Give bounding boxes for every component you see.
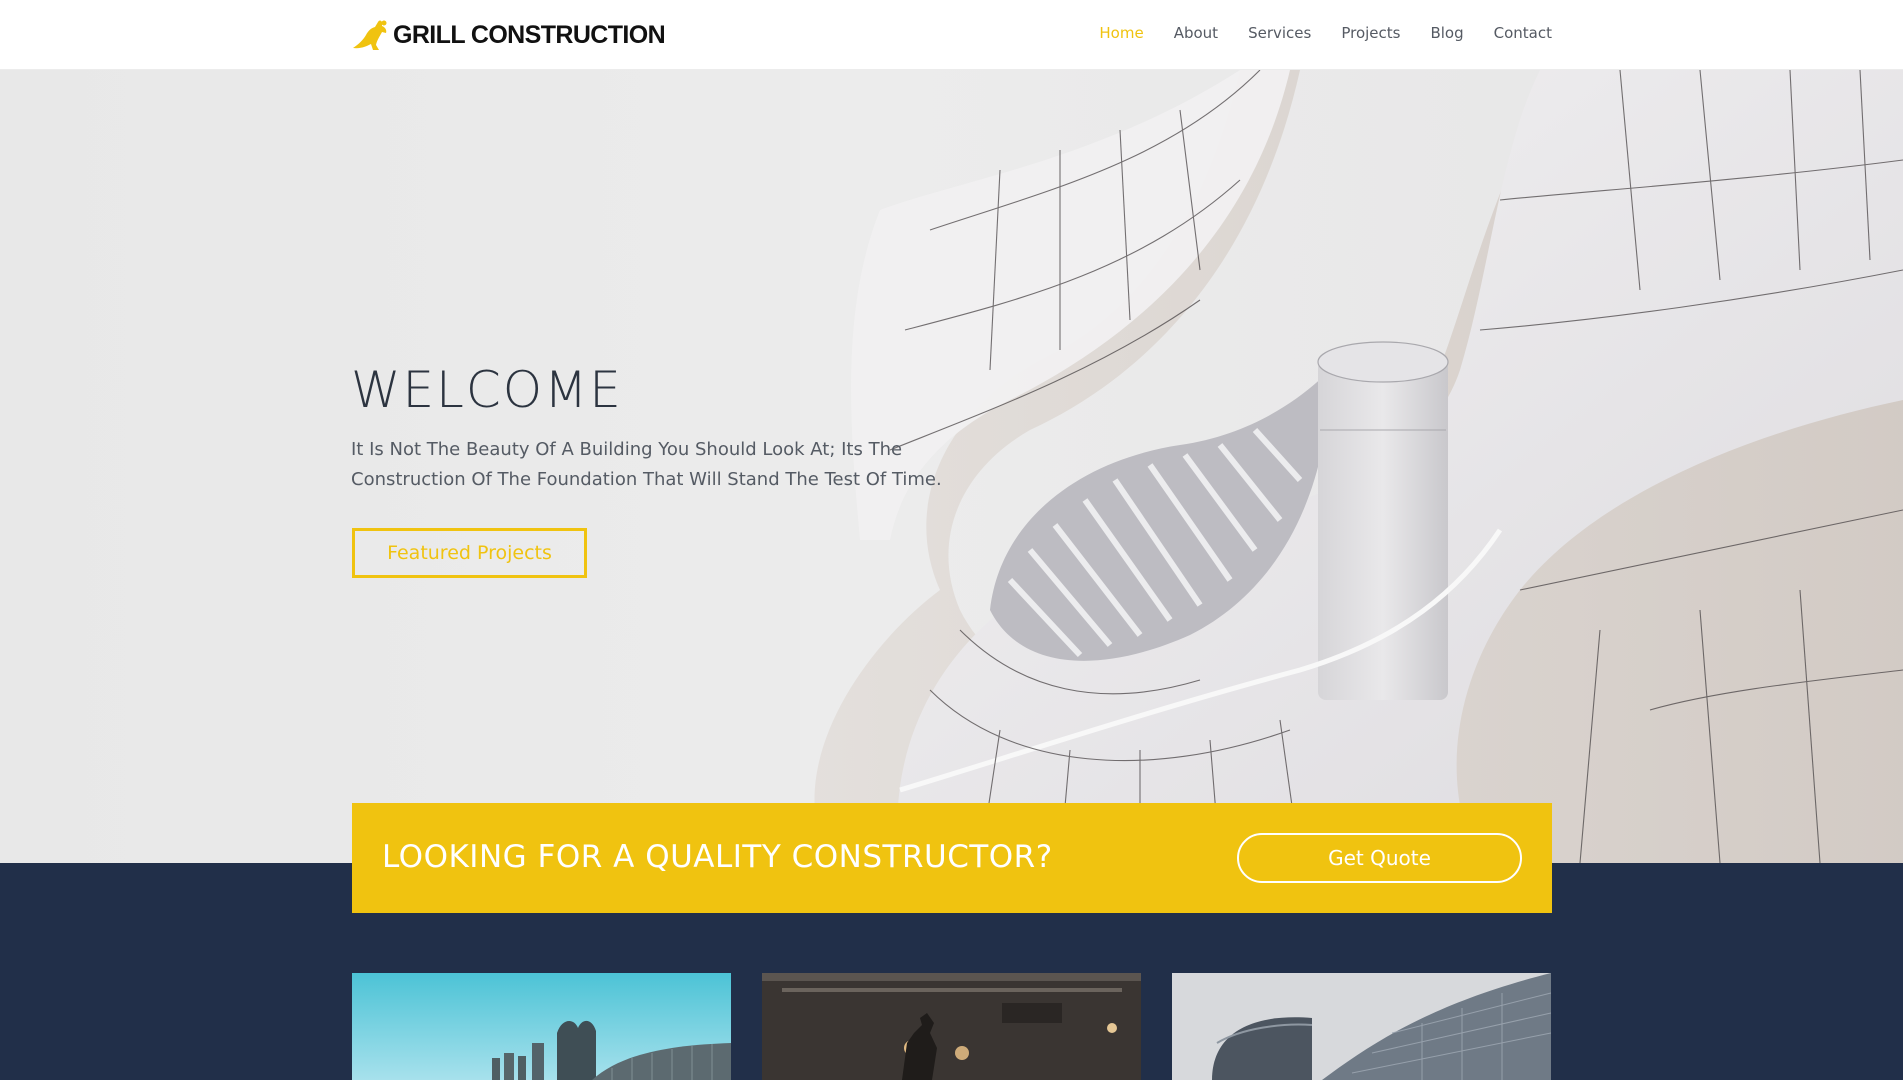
main-nav: Home About Services Projects Blog Contac… (1099, 24, 1552, 42)
project-thumbnail-glass-building[interactable] (1172, 973, 1551, 1080)
featured-projects-button[interactable]: Featured Projects (352, 528, 587, 578)
nav-item-home[interactable]: Home (1099, 24, 1143, 42)
quote-banner-text: LOOKING FOR A QUALITY CONSTRUCTOR? (382, 839, 1053, 875)
nav-item-about[interactable]: About (1174, 24, 1218, 42)
get-quote-button[interactable]: Get Quote (1237, 833, 1522, 883)
hero-architecture-image (0, 70, 1903, 863)
nav-item-contact[interactable]: Contact (1494, 24, 1552, 42)
project-thumbnail-city-skyline[interactable] (352, 973, 731, 1080)
nav-item-services[interactable]: Services (1248, 24, 1311, 42)
nav-item-blog[interactable]: Blog (1430, 24, 1463, 42)
site-logo[interactable]: GRILL CONSTRUCTION (351, 18, 666, 52)
site-header: GRILL CONSTRUCTION Home About Services P… (0, 0, 1903, 70)
hero-title: WELCOME (351, 361, 623, 419)
hero-tagline: It Is Not The Beauty Of A Building You S… (351, 439, 942, 490)
running-figure-logo-icon (353, 20, 387, 50)
project-thumbnail-interior-work[interactable] (762, 973, 1141, 1080)
quote-banner: LOOKING FOR A QUALITY CONSTRUCTOR? Get Q… (352, 803, 1552, 913)
city-skyline-image (352, 973, 731, 1080)
glass-building-image (1172, 973, 1551, 1080)
interior-work-image (762, 973, 1141, 1080)
nav-item-projects[interactable]: Projects (1341, 24, 1400, 42)
hero-section: WELCOME It Is Not The Beauty Of A Buildi… (0, 70, 1903, 863)
logo-text: GRILL CONSTRUCTION (393, 20, 666, 49)
